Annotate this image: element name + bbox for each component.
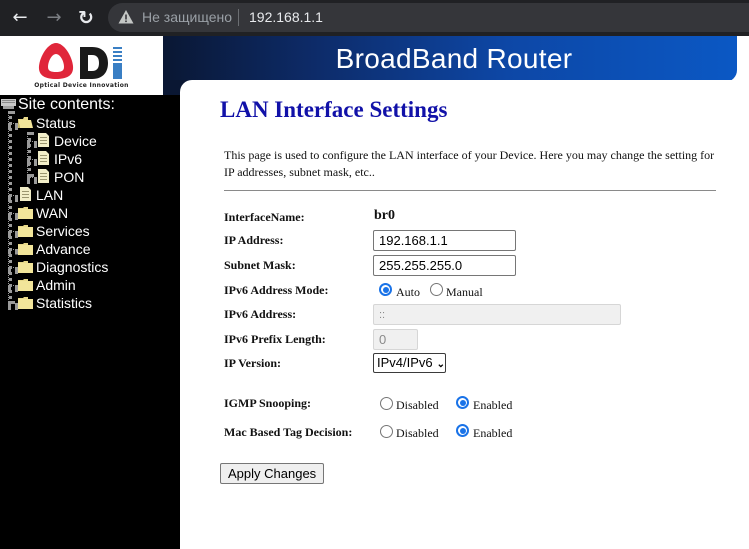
- folder-icon: [18, 297, 33, 309]
- ipv6-mode-manual-label[interactable]: Manual: [446, 285, 483, 300]
- ip-version-select[interactable]: IPv4/IPv6 ⌄: [373, 353, 447, 373]
- folder-icon: [18, 261, 33, 273]
- browser-toolbar: ← → ↻ Не защищено 192.168.1.1: [0, 0, 749, 36]
- ipv6-mode-manual-radio[interactable]: [430, 283, 443, 296]
- interface-name-label: InterfaceName:: [224, 210, 305, 224]
- igmp-snooping-label: IGMP Snooping:: [224, 396, 312, 410]
- ipv6-address-label: IPv6 Address:: [224, 307, 297, 321]
- banner-title: BroadBand Router: [335, 43, 573, 74]
- divider: [224, 190, 716, 191]
- folder-icon: [18, 207, 33, 219]
- odi-logo-icon: [38, 43, 122, 79]
- warning-icon[interactable]: [118, 9, 134, 25]
- address-bar[interactable]: Не защищено 192.168.1.1: [108, 3, 749, 32]
- mac-tag-disabled-label[interactable]: Disabled: [396, 426, 439, 441]
- folder-icon: [18, 243, 33, 255]
- computer-icon: [1, 99, 16, 109]
- apply-changes-button[interactable]: Apply Changes: [220, 463, 325, 484]
- ipv6-mode-auto-label[interactable]: Auto: [396, 285, 420, 300]
- ip-version-value: IPv4/IPv6: [377, 355, 433, 370]
- page-title: LAN Interface Settings: [220, 97, 448, 122]
- sidebar: Site contents: Status Device IPv6 PON LA…: [0, 95, 180, 549]
- reload-icon[interactable]: ↻: [74, 6, 98, 30]
- site-contents-title: Site contents:: [18, 96, 115, 113]
- igmp-disabled-label[interactable]: Disabled: [396, 398, 439, 413]
- main-content: LAN Interface Settings This page is used…: [180, 95, 749, 549]
- logo-subtitle: Optical Device Innovation: [34, 82, 129, 89]
- mac-tag-enabled-label[interactable]: Enabled: [473, 426, 512, 441]
- forward-arrow-icon[interactable]: →: [42, 6, 66, 30]
- address-divider: [238, 9, 239, 26]
- page-description: This page is used to configure the LAN i…: [224, 148, 715, 179]
- subnet-mask-input[interactable]: [373, 255, 516, 276]
- chevron-down-icon: ⌄: [436, 359, 446, 370]
- header-banner: BroadBand Router: [163, 36, 749, 95]
- ipv6-prefix-label: IPv6 Prefix Length:: [224, 332, 326, 346]
- ip-address-label: IP Address:: [224, 233, 284, 247]
- mac-tag-label: Mac Based Tag Decision:: [224, 425, 353, 439]
- back-arrow-icon[interactable]: ←: [8, 6, 32, 30]
- ipv6-prefix-input[interactable]: [373, 329, 418, 350]
- igmp-enabled-radio[interactable]: [456, 396, 469, 409]
- ip-version-label: IP Version:: [224, 356, 282, 370]
- folder-open-icon: [18, 117, 33, 128]
- document-icon: [38, 151, 49, 165]
- ipv6-mode-label: IPv6 Address Mode:: [224, 283, 329, 297]
- document-icon: [38, 169, 49, 183]
- mac-tag-enabled-radio[interactable]: [456, 424, 469, 437]
- igmp-enabled-label[interactable]: Enabled: [473, 398, 512, 413]
- mac-tag-disabled-radio[interactable]: [380, 425, 393, 438]
- folder-icon: [18, 279, 33, 291]
- logo: Optical Device Innovation: [0, 36, 163, 95]
- folder-icon: [18, 225, 33, 237]
- document-icon: [38, 133, 49, 147]
- subnet-mask-label: Subnet Mask:: [224, 258, 296, 272]
- ip-address-input[interactable]: [373, 230, 516, 251]
- interface-name-value: br0: [374, 208, 395, 223]
- document-icon: [20, 187, 31, 201]
- igmp-disabled-radio[interactable]: [380, 397, 393, 410]
- ipv6-mode-auto-radio[interactable]: [379, 283, 392, 296]
- url-text[interactable]: 192.168.1.1: [249, 9, 323, 25]
- security-status[interactable]: Не защищено: [142, 9, 232, 25]
- ipv6-address-input[interactable]: [373, 304, 621, 325]
